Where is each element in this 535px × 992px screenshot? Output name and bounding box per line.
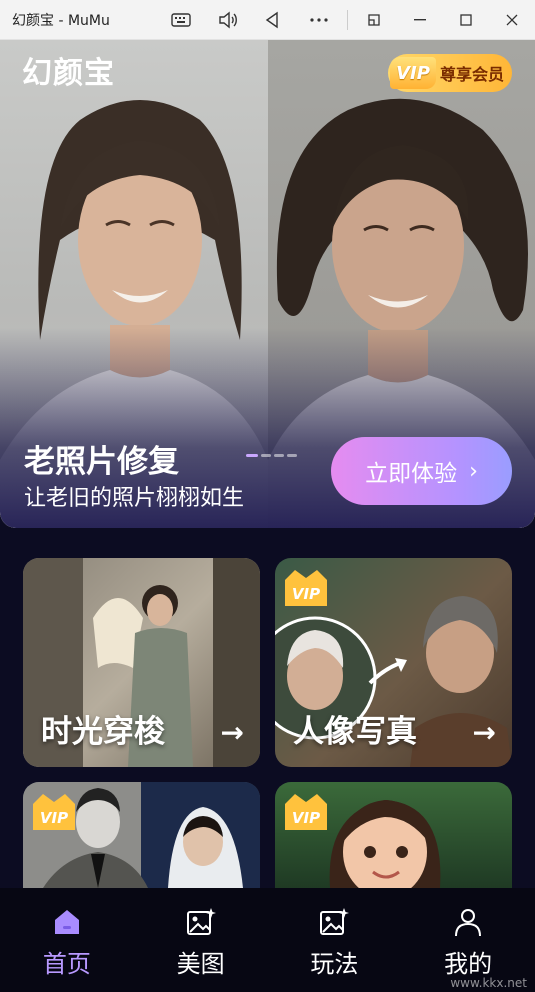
carousel-indicator[interactable] bbox=[246, 454, 297, 457]
try-now-button[interactable]: 立即体验 › bbox=[331, 437, 512, 505]
card-cartoon[interactable]: VIP bbox=[275, 782, 512, 888]
user-icon bbox=[455, 909, 482, 937]
pin-window-icon[interactable] bbox=[360, 6, 388, 34]
chevron-right-icon: › bbox=[469, 458, 478, 484]
keyboard-icon[interactable] bbox=[167, 6, 195, 34]
nav-label: 玩法 bbox=[310, 950, 359, 978]
card-label: 人像写真 bbox=[293, 714, 417, 750]
card-wedding[interactable]: VIP bbox=[23, 782, 260, 888]
arrow-right-icon: → bbox=[472, 716, 496, 749]
vip-crown-icon: VIP bbox=[390, 57, 436, 89]
app-window: 幻颜宝 - MuMu 幻颜宝 VIP 尊享会员 老照片修复 让老旧的照片栩栩如生… bbox=[0, 0, 535, 992]
app-logo: 幻颜宝 bbox=[22, 56, 115, 91]
svg-text:VIP: VIP bbox=[292, 585, 320, 603]
carousel-dot[interactable] bbox=[246, 454, 258, 457]
image-sparkle-icon bbox=[186, 908, 216, 935]
svg-text:VIP: VIP bbox=[40, 809, 68, 827]
image-sparkle-icon bbox=[320, 908, 350, 935]
home-icon bbox=[54, 910, 79, 934]
window-title: 幻颜宝 - MuMu bbox=[12, 12, 110, 29]
back-icon[interactable] bbox=[258, 6, 286, 34]
nav-label: 首页 bbox=[42, 950, 91, 978]
bottom-nav: 首页 美图 玩法 我的 www.kkx.net bbox=[0, 888, 535, 992]
nav-label: 我的 bbox=[444, 950, 493, 978]
vip-member-label: 尊享会员 bbox=[440, 65, 505, 84]
arrow-right-icon: → bbox=[220, 716, 244, 749]
nav-beautify[interactable]: 美图 bbox=[134, 888, 268, 992]
hero-title: 老照片修复 bbox=[24, 444, 179, 480]
svg-text:VIP: VIP bbox=[292, 809, 320, 827]
hero-banner[interactable]: 幻颜宝 VIP 尊享会员 老照片修复 让老旧的照片栩栩如生 立即体验 › bbox=[0, 40, 535, 528]
window-titlebar: 幻颜宝 - MuMu bbox=[0, 0, 535, 40]
close-icon[interactable] bbox=[498, 6, 526, 34]
try-now-label: 立即体验 bbox=[365, 461, 458, 487]
nav-play[interactable]: 玩法 bbox=[268, 888, 402, 992]
minimize-icon[interactable] bbox=[406, 6, 434, 34]
vip-crown-icon: VIP bbox=[285, 570, 327, 606]
vip-crown-icon: VIP bbox=[285, 794, 327, 830]
card-portrait[interactable]: VIP 人像写真 → bbox=[275, 558, 512, 767]
card-time-travel[interactable]: 时光穿梭 → bbox=[23, 558, 260, 767]
vip-crown-icon: VIP bbox=[33, 794, 75, 830]
carousel-dot[interactable] bbox=[274, 454, 284, 457]
nav-home[interactable]: 首页 bbox=[0, 888, 134, 992]
maximize-icon[interactable] bbox=[452, 6, 480, 34]
more-icon[interactable] bbox=[305, 6, 333, 34]
volume-icon[interactable] bbox=[214, 6, 242, 34]
hero-subtitle: 让老旧的照片栩栩如生 bbox=[24, 486, 245, 511]
card-label: 时光穿梭 bbox=[41, 714, 165, 750]
carousel-dot[interactable] bbox=[261, 454, 271, 457]
carousel-dot[interactable] bbox=[287, 454, 297, 457]
watermark: www.kkx.net bbox=[450, 976, 527, 990]
nav-label: 美图 bbox=[176, 950, 225, 978]
titlebar-divider bbox=[347, 10, 348, 30]
vip-member-button[interactable]: VIP 尊享会员 bbox=[388, 54, 512, 92]
